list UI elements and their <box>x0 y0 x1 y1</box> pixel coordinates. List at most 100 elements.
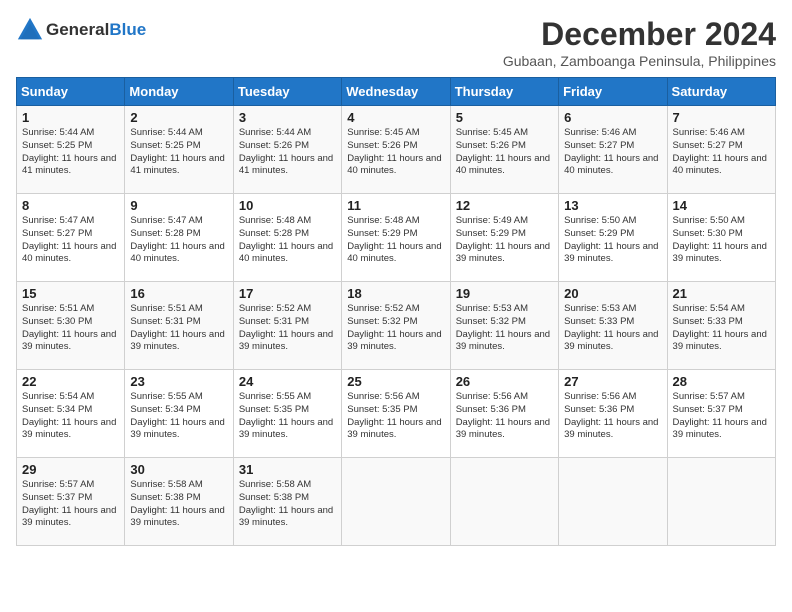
day-info: Sunrise: 5:46 AMSunset: 5:27 PMDaylight:… <box>673 127 770 178</box>
month-title: December 2024 <box>503 16 776 53</box>
day-number: 3 <box>239 110 336 125</box>
day-number: 24 <box>239 374 336 389</box>
day-number: 5 <box>456 110 553 125</box>
table-row: 3 Sunrise: 5:44 AMSunset: 5:26 PMDaylight… <box>233 106 341 194</box>
table-row: 22Sunrise: 5:54 AMSunset: 5:34 PMDayligh… <box>17 370 125 458</box>
table-row: 17 Sunrise: 5:52 AMSunset: 5:31 PMDayligh… <box>233 282 341 370</box>
day-info: Sunrise: 5:45 AMSunset: 5:26 PMDaylight:… <box>347 127 444 178</box>
table-row <box>342 458 450 546</box>
table-row: 29Sunrise: 5:57 AMSunset: 5:37 PMDayligh… <box>17 458 125 546</box>
day-info: Sunrise: 5:54 AMSunset: 5:34 PMDaylight:… <box>22 391 119 442</box>
day-number: 4 <box>347 110 444 125</box>
header-friday: Friday <box>559 78 667 106</box>
table-row: 20 Sunrise: 5:53 AMSunset: 5:33 PMDayligh… <box>559 282 667 370</box>
table-row: 27 Sunrise: 5:56 AMSunset: 5:36 PMDayligh… <box>559 370 667 458</box>
calendar-week-row: 15 Sunrise: 5:51 AMSunset: 5:30 PMDayligh… <box>17 282 776 370</box>
header-wednesday: Wednesday <box>342 78 450 106</box>
table-row <box>450 458 558 546</box>
day-info: Sunrise: 5:53 AMSunset: 5:32 PMDaylight:… <box>456 303 553 354</box>
table-row: 18Sunrise: 5:52 AMSunset: 5:32 PMDayligh… <box>342 282 450 370</box>
table-row: 19 Sunrise: 5:53 AMSunset: 5:32 PMDayligh… <box>450 282 558 370</box>
table-row: 6Sunrise: 5:46 AMSunset: 5:27 PMDaylight… <box>559 106 667 194</box>
page-header: GeneralBlue December 2024 Gubaan, Zamboa… <box>16 16 776 69</box>
day-info: Sunrise: 5:50 AMSunset: 5:29 PMDaylight:… <box>564 215 661 266</box>
day-info: Sunrise: 5:50 AMSunset: 5:30 PMDaylight:… <box>673 215 770 266</box>
day-info: Sunrise: 5:48 AMSunset: 5:29 PMDaylight:… <box>347 215 444 266</box>
table-row: 12 Sunrise: 5:49 AMSunset: 5:29 PMDayligh… <box>450 194 558 282</box>
table-row: 8 Sunrise: 5:47 AMSunset: 5:27 PMDaylight… <box>17 194 125 282</box>
calendar-week-row: 1Sunrise: 5:44 AMSunset: 5:25 PMDaylight… <box>17 106 776 194</box>
calendar-table: Sunday Monday Tuesday Wednesday Thursday… <box>16 77 776 546</box>
day-number: 12 <box>456 198 553 213</box>
day-info: Sunrise: 5:57 AMSunset: 5:37 PMDaylight:… <box>673 391 770 442</box>
logo-general-text: General <box>46 20 109 39</box>
logo: GeneralBlue <box>16 16 146 44</box>
day-info: Sunrise: 5:44 AMSunset: 5:25 PMDaylight:… <box>130 127 227 178</box>
table-row: 16 Sunrise: 5:51 AMSunset: 5:31 PMDayligh… <box>125 282 233 370</box>
day-info: Sunrise: 5:49 AMSunset: 5:29 PMDaylight:… <box>456 215 553 266</box>
day-number: 9 <box>130 198 227 213</box>
day-info: Sunrise: 5:48 AMSunset: 5:28 PMDaylight:… <box>239 215 336 266</box>
header-tuesday: Tuesday <box>233 78 341 106</box>
day-number: 15 <box>22 286 119 301</box>
day-info: Sunrise: 5:46 AMSunset: 5:27 PMDaylight:… <box>564 127 661 178</box>
day-info: Sunrise: 5:55 AMSunset: 5:34 PMDaylight:… <box>130 391 227 442</box>
calendar-week-row: 8 Sunrise: 5:47 AMSunset: 5:27 PMDaylight… <box>17 194 776 282</box>
header-thursday: Thursday <box>450 78 558 106</box>
day-info: Sunrise: 5:51 AMSunset: 5:31 PMDaylight:… <box>130 303 227 354</box>
calendar-header-row: Sunday Monday Tuesday Wednesday Thursday… <box>17 78 776 106</box>
header-saturday: Saturday <box>667 78 775 106</box>
day-number: 25 <box>347 374 444 389</box>
table-row: 4 Sunrise: 5:45 AMSunset: 5:26 PMDaylight… <box>342 106 450 194</box>
day-info: Sunrise: 5:44 AMSunset: 5:25 PMDaylight:… <box>22 127 119 178</box>
day-info: Sunrise: 5:57 AMSunset: 5:37 PMDaylight:… <box>22 479 119 530</box>
table-row <box>667 458 775 546</box>
logo-icon <box>16 16 44 44</box>
day-info: Sunrise: 5:56 AMSunset: 5:36 PMDaylight:… <box>456 391 553 442</box>
day-number: 23 <box>130 374 227 389</box>
day-info: Sunrise: 5:56 AMSunset: 5:35 PMDaylight:… <box>347 391 444 442</box>
calendar-week-row: 29Sunrise: 5:57 AMSunset: 5:37 PMDayligh… <box>17 458 776 546</box>
table-row: 10 Sunrise: 5:48 AMSunset: 5:28 PMDayligh… <box>233 194 341 282</box>
table-row: 1Sunrise: 5:44 AMSunset: 5:25 PMDaylight… <box>17 106 125 194</box>
table-row: 24 Sunrise: 5:55 AMSunset: 5:35 PMDayligh… <box>233 370 341 458</box>
day-info: Sunrise: 5:47 AMSunset: 5:28 PMDaylight:… <box>130 215 227 266</box>
day-info: Sunrise: 5:45 AMSunset: 5:26 PMDaylight:… <box>456 127 553 178</box>
table-row <box>559 458 667 546</box>
table-row: 15 Sunrise: 5:51 AMSunset: 5:30 PMDayligh… <box>17 282 125 370</box>
day-info: Sunrise: 5:58 AMSunset: 5:38 PMDaylight:… <box>239 479 336 530</box>
day-number: 16 <box>130 286 227 301</box>
table-row: 21 Sunrise: 5:54 AMSunset: 5:33 PMDayligh… <box>667 282 775 370</box>
day-number: 20 <box>564 286 661 301</box>
day-info: Sunrise: 5:47 AMSunset: 5:27 PMDaylight:… <box>22 215 119 266</box>
day-info: Sunrise: 5:54 AMSunset: 5:33 PMDaylight:… <box>673 303 770 354</box>
day-info: Sunrise: 5:55 AMSunset: 5:35 PMDaylight:… <box>239 391 336 442</box>
table-row: 5 Sunrise: 5:45 AMSunset: 5:26 PMDaylight… <box>450 106 558 194</box>
table-row: 13 Sunrise: 5:50 AMSunset: 5:29 PMDayligh… <box>559 194 667 282</box>
day-number: 8 <box>22 198 119 213</box>
table-row: 7Sunrise: 5:46 AMSunset: 5:27 PMDaylight… <box>667 106 775 194</box>
day-number: 30 <box>130 462 227 477</box>
day-number: 28 <box>673 374 770 389</box>
day-info: Sunrise: 5:52 AMSunset: 5:31 PMDaylight:… <box>239 303 336 354</box>
logo-blue-text: Blue <box>109 20 146 39</box>
location-title: Gubaan, Zamboanga Peninsula, Philippines <box>503 53 776 69</box>
day-info: Sunrise: 5:44 AMSunset: 5:26 PMDaylight:… <box>239 127 336 178</box>
day-info: Sunrise: 5:51 AMSunset: 5:30 PMDaylight:… <box>22 303 119 354</box>
title-section: December 2024 Gubaan, Zamboanga Peninsul… <box>503 16 776 69</box>
table-row: 11Sunrise: 5:48 AMSunset: 5:29 PMDayligh… <box>342 194 450 282</box>
table-row: 28 Sunrise: 5:57 AMSunset: 5:37 PMDayligh… <box>667 370 775 458</box>
day-number: 21 <box>673 286 770 301</box>
day-number: 2 <box>130 110 227 125</box>
day-info: Sunrise: 5:58 AMSunset: 5:38 PMDaylight:… <box>130 479 227 530</box>
day-number: 17 <box>239 286 336 301</box>
day-number: 10 <box>239 198 336 213</box>
day-number: 19 <box>456 286 553 301</box>
table-row: 26Sunrise: 5:56 AMSunset: 5:36 PMDayligh… <box>450 370 558 458</box>
day-number: 13 <box>564 198 661 213</box>
day-number: 14 <box>673 198 770 213</box>
day-info: Sunrise: 5:53 AMSunset: 5:33 PMDaylight:… <box>564 303 661 354</box>
day-number: 27 <box>564 374 661 389</box>
table-row: 31Sunrise: 5:58 AMSunset: 5:38 PMDayligh… <box>233 458 341 546</box>
day-info: Sunrise: 5:56 AMSunset: 5:36 PMDaylight:… <box>564 391 661 442</box>
